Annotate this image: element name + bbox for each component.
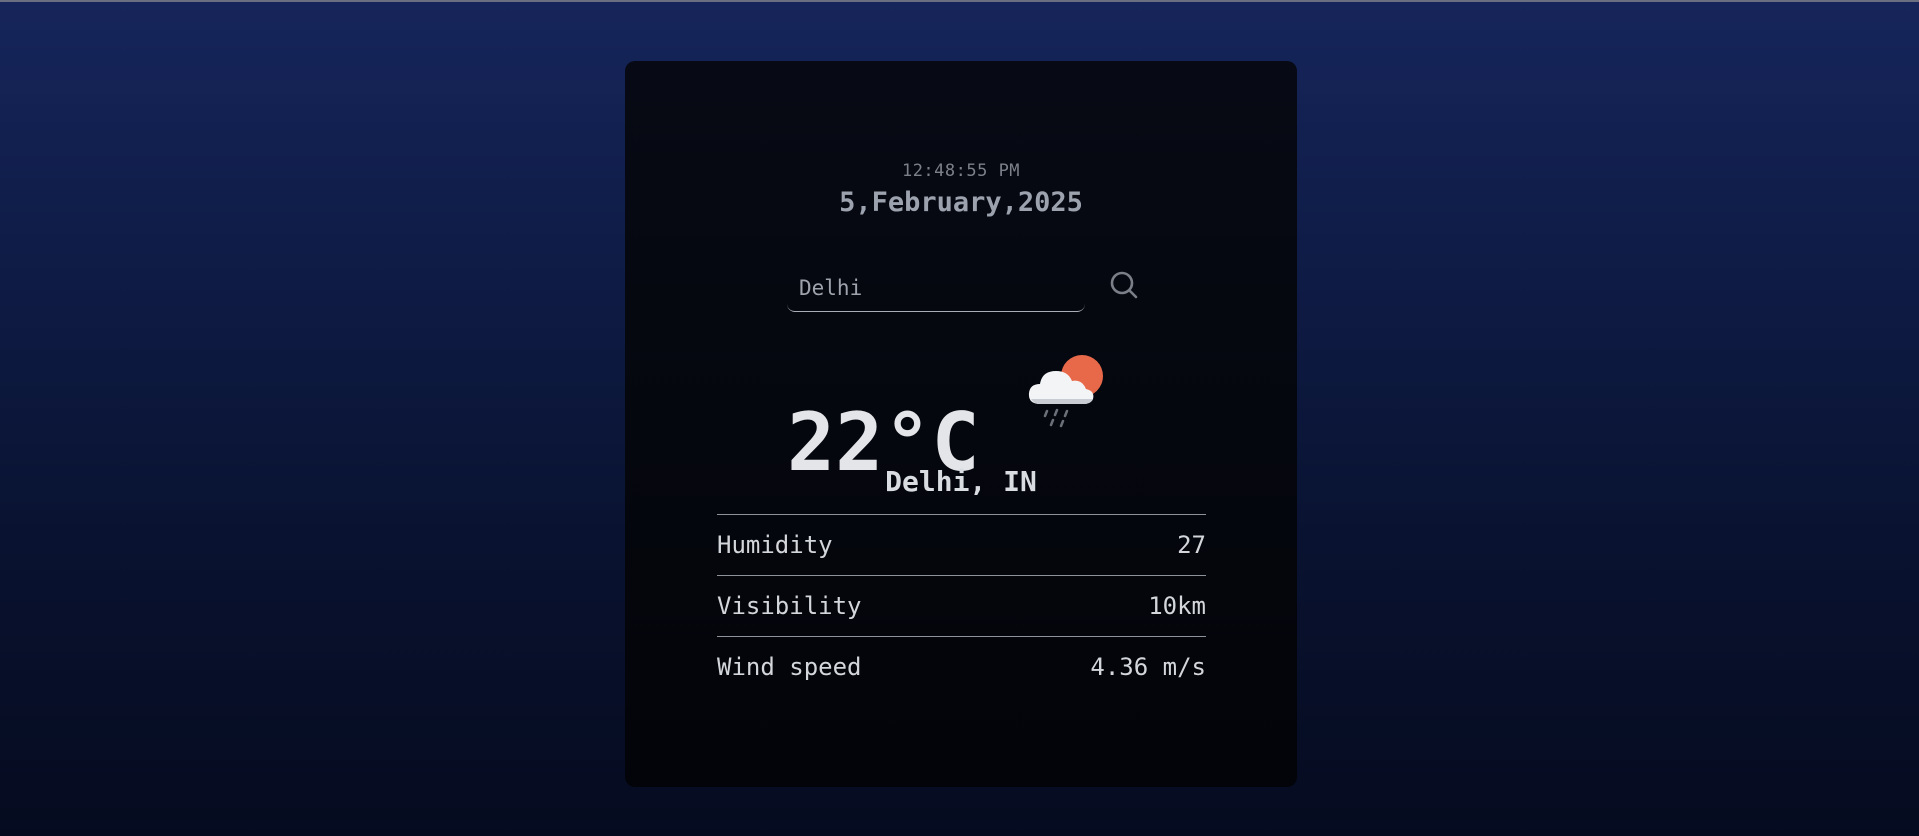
city-search-input[interactable] <box>787 264 1085 312</box>
weather-details: Humidity 27 Visibility 10km Wind speed 4… <box>717 514 1206 697</box>
detail-row-wind-speed: Wind speed 4.36 m/s <box>717 636 1206 697</box>
current-date: 5,February,2025 <box>839 187 1083 218</box>
current-time: 12:48:55 PM <box>901 161 1021 181</box>
search-button[interactable] <box>1105 266 1145 306</box>
weather-card: 12:48:55 PM 5,February,2025 22°C Delhi, … <box>625 61 1297 787</box>
window-top-edge <box>0 0 1919 2</box>
detail-row-humidity: Humidity 27 <box>717 514 1206 575</box>
search-box <box>787 264 1085 314</box>
cloud-rain-sun-icon <box>1028 355 1103 428</box>
humidity-label: Humidity <box>717 531 833 559</box>
visibility-value: 10km <box>1148 592 1206 620</box>
location-name: Delhi, IN <box>885 465 1037 498</box>
humidity-value: 27 <box>1177 531 1206 559</box>
detail-row-visibility: Visibility 10km <box>717 575 1206 636</box>
search-icon <box>1110 271 1138 299</box>
wind-speed-label: Wind speed <box>717 653 862 681</box>
wind-speed-value: 4.36 m/s <box>1090 653 1206 681</box>
visibility-label: Visibility <box>717 592 862 620</box>
